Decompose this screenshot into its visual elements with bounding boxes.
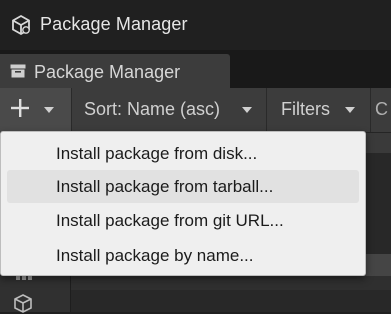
menu-item-label: Install package from tarball...	[56, 177, 274, 196]
list-row[interactable]	[70, 276, 391, 290]
toolbar: Sort: Name (asc) Filters C	[0, 88, 391, 133]
menu-item-label: Install package from git URL...	[56, 211, 284, 230]
menu-item-install-from-tarball[interactable]: Install package from tarball...	[7, 170, 359, 203]
menu-item-label: Install package from disk...	[56, 144, 258, 163]
chevron-down-icon	[44, 107, 54, 113]
clipped-toolbar-button[interactable]: C	[371, 88, 391, 132]
sort-label: Sort: Name (asc)	[84, 99, 221, 119]
package-tab-icon	[10, 64, 26, 78]
unity-cube-icon	[12, 14, 30, 36]
filters-label: Filters	[281, 99, 330, 119]
sort-dropdown[interactable]: Sort: Name (asc)	[72, 88, 267, 132]
chevron-down-icon	[242, 107, 252, 113]
add-package-menu: Install package from disk... Install pac…	[0, 131, 366, 276]
tab-bar: Package Manager	[0, 50, 391, 89]
tab-package-manager[interactable]: Package Manager	[0, 54, 230, 88]
chevron-down-icon	[345, 107, 355, 113]
window-title: Package Manager	[40, 14, 188, 34]
menu-item-install-from-disk[interactable]: Install package from disk...	[7, 137, 359, 170]
menu-item-install-from-git-url[interactable]: Install package from git URL...	[7, 204, 359, 237]
add-package-button[interactable]	[0, 88, 72, 132]
plus-icon	[11, 99, 29, 117]
clipped-label: C	[375, 99, 388, 119]
cube-icon[interactable]	[12, 292, 34, 314]
tab-label: Package Manager	[34, 62, 181, 82]
menu-item-install-by-name[interactable]: Install package by name...	[7, 239, 359, 272]
menu-item-label: Install package by name...	[56, 246, 254, 265]
window-titlebar: Package Manager	[0, 0, 391, 50]
filters-dropdown[interactable]: Filters	[267, 88, 371, 132]
